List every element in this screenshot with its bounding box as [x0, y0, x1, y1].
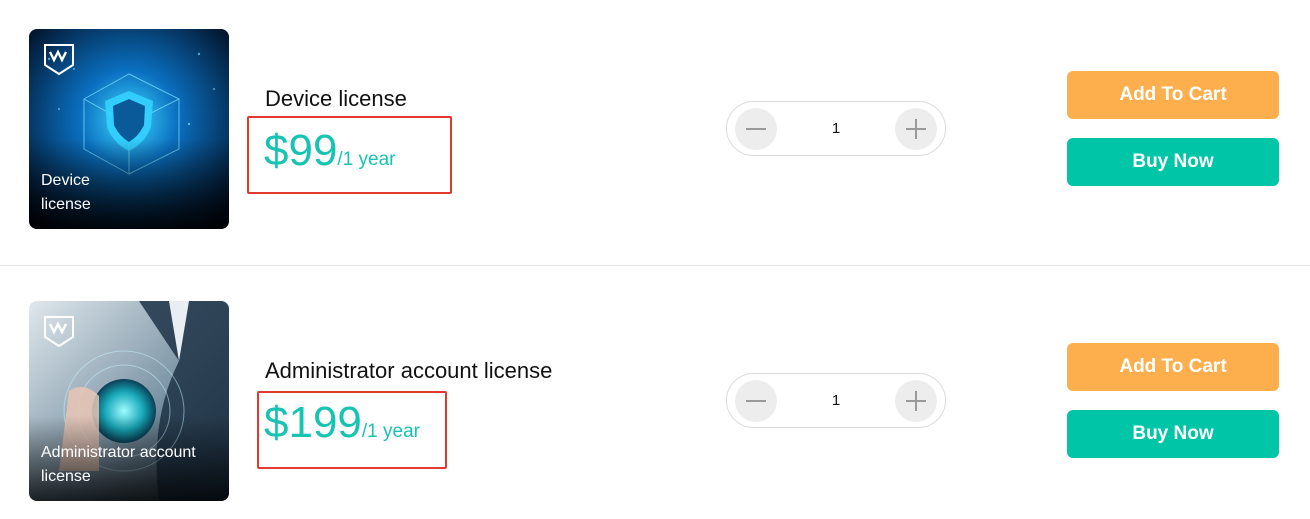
minus-icon [746, 400, 766, 402]
quantity-stepper: 1 [726, 373, 946, 428]
product-row: Device license Device license $99/1 year… [0, 0, 1310, 240]
product-title: Device license [265, 86, 407, 111]
buy-now-button[interactable]: Buy Now [1067, 138, 1279, 186]
product-title: Administrator account license [265, 358, 553, 383]
increase-quantity-button[interactable] [895, 380, 937, 422]
product-row: Administrator account license Administra… [0, 272, 1310, 512]
row-divider [0, 265, 1310, 266]
brand-logo-icon [44, 44, 74, 76]
add-to-cart-button[interactable]: Add To Cart [1067, 71, 1279, 119]
product-price: $99/1 year [264, 126, 396, 176]
thumbnail-caption: Administrator account license [41, 444, 196, 485]
minus-icon [746, 128, 766, 130]
price-period: /1 year [337, 149, 396, 170]
product-price: $199/1 year [264, 398, 420, 448]
quantity-value[interactable]: 1 [787, 374, 885, 427]
price-amount: $199 [264, 398, 362, 447]
decrease-quantity-button[interactable] [735, 380, 777, 422]
decrease-quantity-button[interactable] [735, 108, 777, 150]
quantity-stepper: 1 [726, 101, 946, 156]
product-thumbnail[interactable]: Device license [29, 29, 229, 229]
add-to-cart-button[interactable]: Add To Cart [1067, 343, 1279, 391]
quantity-value[interactable]: 1 [787, 102, 885, 155]
thumbnail-caption: Device license [41, 172, 91, 213]
buy-now-button[interactable]: Buy Now [1067, 410, 1279, 458]
price-period: /1 year [361, 421, 420, 442]
brand-logo-icon [44, 316, 74, 348]
price-amount: $99 [264, 126, 338, 175]
increase-quantity-button[interactable] [895, 108, 937, 150]
product-thumbnail[interactable]: Administrator account license [29, 301, 229, 501]
